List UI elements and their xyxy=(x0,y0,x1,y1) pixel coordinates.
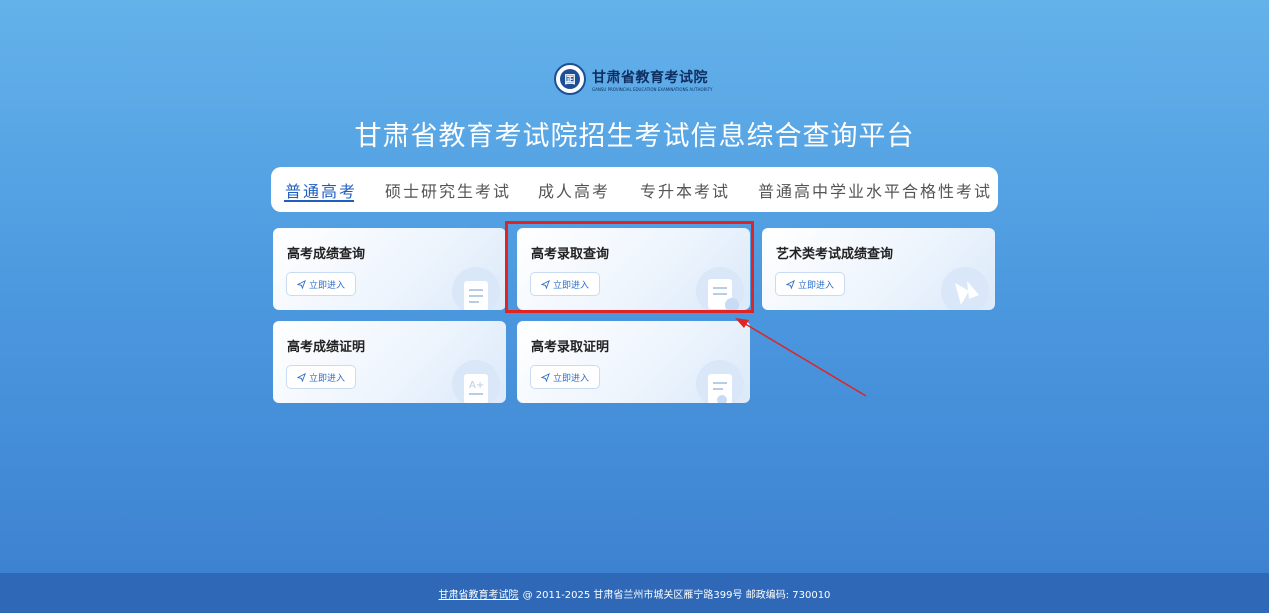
enter-button[interactable]: 立即进入 xyxy=(775,272,845,296)
card-score-query[interactable]: 高考成绩查询 立即进入 xyxy=(273,228,506,310)
card-title: 高考录取查询 xyxy=(531,247,610,262)
send-icon xyxy=(296,279,306,289)
card-title: 高考成绩查询 xyxy=(287,247,366,262)
logo-name: 甘肃省教育考试院 xyxy=(592,69,708,86)
tab-gaokao[interactable]: 普通高考 xyxy=(285,178,357,202)
site-logo[interactable]: 囸 甘肃省教育考试院 GANSU PROVINCIAL EDUCATION EX… xyxy=(554,62,712,96)
tab-postgraduate[interactable]: 硕士研究生考试 xyxy=(385,178,511,202)
card-admission-query[interactable]: 高考录取查询 立即进入 xyxy=(517,228,750,310)
enter-button[interactable]: 立即进入 xyxy=(286,365,356,389)
send-icon xyxy=(540,372,550,382)
document-icon xyxy=(452,267,500,310)
tab-academic-proficiency[interactable]: 普通高中学业水平合格性考试 xyxy=(758,178,992,202)
tab-upgrade-exam[interactable]: 专升本考试 xyxy=(640,178,730,202)
admission-icon xyxy=(696,267,744,310)
footer-text: @ 2011-2025 甘肃省兰州市城关区雁宁路399号 邮政编码: 73001… xyxy=(522,589,831,601)
exam-tabs: 普通高考 硕士研究生考试 成人高考 专升本考试 普通高中学业水平合格性考试 xyxy=(271,167,998,212)
enter-label: 立即进入 xyxy=(797,280,834,291)
send-icon xyxy=(785,279,795,289)
svg-text:A+: A+ xyxy=(469,380,484,391)
send-icon xyxy=(296,372,306,382)
enter-label: 立即进入 xyxy=(552,280,589,291)
art-icon xyxy=(941,267,989,310)
footer: 甘肃省教育考试院 @ 2011-2025 甘肃省兰州市城关区雁宁路399号 邮政… xyxy=(0,573,1269,613)
page-title: 甘肃省教育考试院招生考试信息综合查询平台 xyxy=(354,121,915,152)
card-title: 艺术类考试成绩查询 xyxy=(776,247,894,262)
grade-certificate-icon: A+ xyxy=(452,360,500,403)
card-art-score-query[interactable]: 艺术类考试成绩查询 立即进入 xyxy=(762,228,995,310)
active-tab-indicator xyxy=(284,200,354,202)
card-score-certificate[interactable]: 高考成绩证明 立即进入 A+ xyxy=(273,321,506,403)
footer-link[interactable]: 甘肃省教育考试院 xyxy=(439,586,519,601)
tab-adult-exam[interactable]: 成人高考 xyxy=(538,178,610,202)
enter-button[interactable]: 立即进入 xyxy=(286,272,356,296)
enter-label: 立即进入 xyxy=(308,280,345,291)
card-title: 高考录取证明 xyxy=(531,340,610,355)
admission-certificate-icon xyxy=(696,360,744,403)
card-title: 高考成绩证明 xyxy=(287,340,366,355)
send-icon xyxy=(540,279,550,289)
card-admission-certificate[interactable]: 高考录取证明 立即进入 xyxy=(517,321,750,403)
enter-button[interactable]: 立即进入 xyxy=(530,272,600,296)
enter-label: 立即进入 xyxy=(552,373,589,384)
emblem-icon: 囸 xyxy=(554,63,586,95)
logo-english: GANSU PROVINCIAL EDUCATION EXAMINATIONS … xyxy=(592,86,713,92)
enter-label: 立即进入 xyxy=(308,373,345,384)
emblem-char: 囸 xyxy=(560,69,580,89)
enter-button[interactable]: 立即进入 xyxy=(530,365,600,389)
